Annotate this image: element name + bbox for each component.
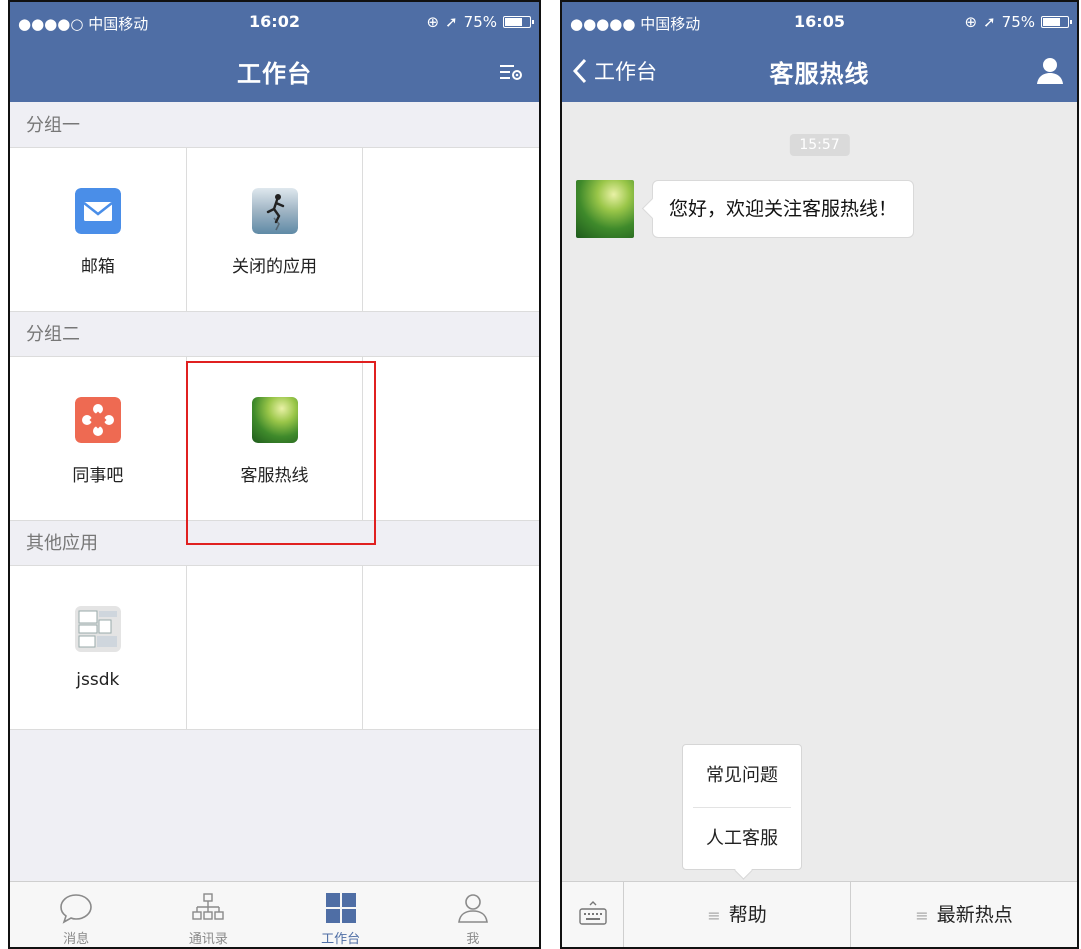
status-bar: ●●●●○ 中国移动 16:02 ⊕ ➚ 75% <box>10 2 539 42</box>
group-header-1: 分组一 <box>10 104 539 148</box>
grid-icon <box>325 893 356 923</box>
tab-bar: 消息 通讯录 工作台 我 <box>10 881 539 947</box>
highlight-annotation-box <box>186 361 376 545</box>
keyboard-icon <box>579 901 607 925</box>
app-cell-empty <box>363 566 539 729</box>
menu-button-help[interactable]: ≡ 帮助 <box>624 882 851 947</box>
message-bubble: 您好，欢迎关注客服热线！ <box>652 180 915 238</box>
battery-icon <box>1041 16 1072 28</box>
battery-fill <box>505 18 523 26</box>
mail-icon <box>74 188 121 234</box>
status-right: ⊕ ➚ 75% <box>426 13 534 31</box>
menu-label: 帮助 <box>728 904 767 926</box>
workbench-screen: ●●●●○ 中国移动 16:02 ⊕ ➚ 75% 工作台 分组一 邮箱 关闭的应… <box>8 0 541 949</box>
tab-workbench[interactable]: 工作台 <box>275 882 407 947</box>
app-grid-row-3: jssdk <box>10 566 539 730</box>
status-right: ⊕ ➚ 75% <box>964 13 1072 31</box>
app-label: 邮箱 <box>80 257 115 277</box>
person-icon <box>457 894 488 923</box>
chat-timestamp: 15:57 <box>789 134 850 156</box>
avatar[interactable] <box>576 180 634 238</box>
tab-label: 我 <box>466 932 480 947</box>
menu-button-hot-news[interactable]: ≡ 最新热点 <box>851 882 1077 947</box>
app-cell-jssdk[interactable]: jssdk <box>10 566 187 729</box>
page-title: 客服热线 <box>769 60 870 88</box>
app-cell-empty <box>187 566 364 729</box>
battery-icon <box>503 16 534 28</box>
tab-contacts[interactable]: 通讯录 <box>142 882 274 947</box>
menu-label: 最新热点 <box>936 904 1013 926</box>
share-network-icon <box>74 397 121 443</box>
tab-label: 消息 <box>63 932 90 947</box>
submenu-popup: 常见问题 人工客服 <box>682 744 802 870</box>
lock-rotation-icon: ⊕ <box>426 13 440 31</box>
battery-percent: 75% <box>463 13 497 31</box>
person-profile-icon[interactable] <box>1035 56 1065 86</box>
tab-me[interactable]: 我 <box>407 882 539 947</box>
jssdk-icon <box>74 606 121 652</box>
app-cell-empty <box>363 148 539 311</box>
tab-messages[interactable]: 消息 <box>10 882 142 947</box>
tab-label: 工作台 <box>321 932 361 947</box>
page-title: 工作台 <box>237 60 312 88</box>
lock-rotation-icon: ⊕ <box>964 13 978 31</box>
submenu-item-faq[interactable]: 常见问题 <box>683 745 801 807</box>
nav-bar: 工作台 <box>10 42 539 102</box>
menu-lines-icon: ≡ <box>707 906 721 925</box>
app-cell-mailbox[interactable]: 邮箱 <box>10 148 187 311</box>
runner-icon <box>251 188 298 234</box>
custom-menu-bar: ≡ 帮助 ≡ 最新热点 <box>562 881 1077 947</box>
app-label: 关闭的应用 <box>232 257 317 277</box>
keyboard-toggle-button[interactable] <box>562 882 624 947</box>
submenu-item-human-service[interactable]: 人工客服 <box>683 808 801 870</box>
list-settings-icon[interactable] <box>497 58 525 86</box>
location-icon: ➚ <box>983 13 996 31</box>
location-icon: ➚ <box>445 13 458 31</box>
hotline-chat-screen: ●●●●● 中国移动 16:05 ⊕ ➚ 75% 工作台 客服热线 15:57 … <box>560 0 1079 949</box>
app-cell-closed-app[interactable]: 关闭的应用 <box>187 148 364 311</box>
app-label: jssdk <box>76 670 120 690</box>
menu-lines-icon: ≡ <box>915 906 929 925</box>
app-grid-row-1: 邮箱 关闭的应用 <box>10 148 539 312</box>
status-bar: ●●●●● 中国移动 16:05 ⊕ ➚ 75% <box>562 2 1077 42</box>
nav-bar: 工作台 客服热线 <box>562 42 1077 102</box>
app-cell-colleagues[interactable]: 同事吧 <box>10 357 187 520</box>
org-chart-icon <box>192 893 225 920</box>
tab-label: 通讯录 <box>188 932 228 947</box>
app-label: 同事吧 <box>72 466 124 486</box>
app-cell-empty <box>363 357 539 520</box>
battery-percent: 75% <box>1001 13 1035 31</box>
chat-bubble-icon <box>60 894 92 924</box>
battery-fill <box>1043 18 1061 26</box>
group-header-2: 分组二 <box>10 313 539 357</box>
